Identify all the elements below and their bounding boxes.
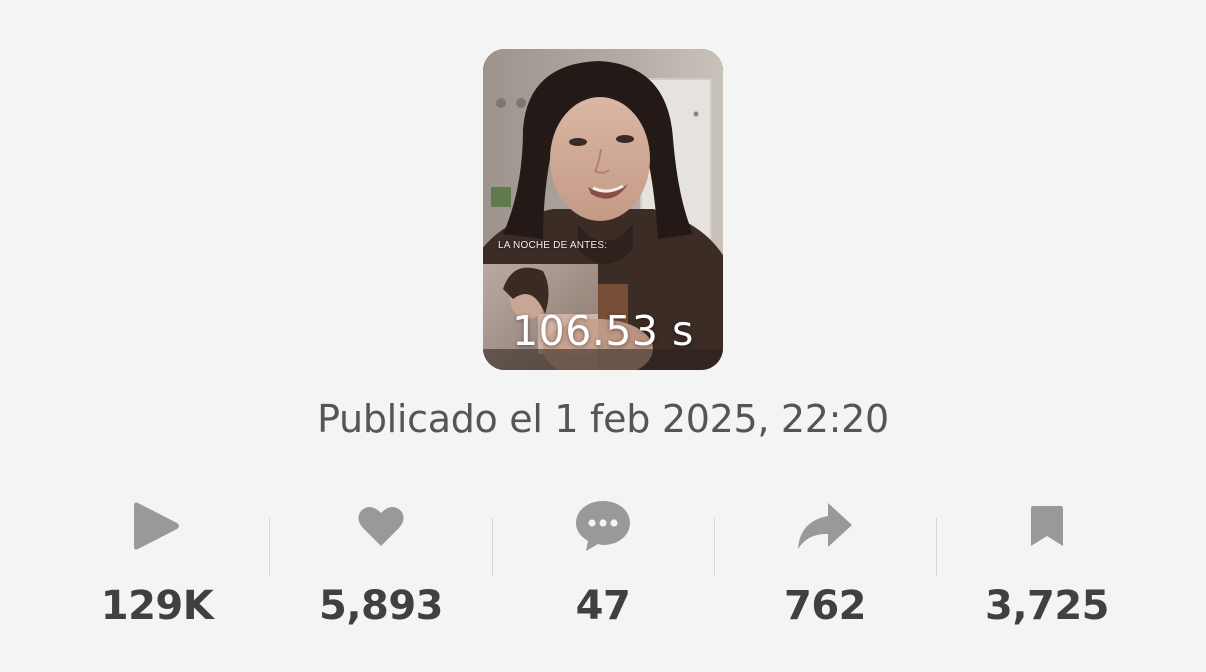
video-overlay-caption: LA NOCHE DE ANTES: xyxy=(498,240,608,251)
video-thumbnail[interactable]: LA NOCHE DE ANTES: 106.53 s xyxy=(483,49,723,370)
comment-icon xyxy=(492,496,714,556)
shares-count: 762 xyxy=(784,583,867,629)
stat-plays[interactable]: 129K xyxy=(46,488,268,638)
saves-count: 3,725 xyxy=(984,583,1110,629)
heart-icon xyxy=(270,496,492,556)
stat-comments[interactable]: 47 xyxy=(492,488,714,638)
video-duration: 106.53 s xyxy=(512,307,694,355)
bookmark-icon xyxy=(936,496,1158,556)
stat-likes[interactable]: 5,893 xyxy=(270,488,492,638)
stat-saves[interactable]: 3,725 xyxy=(936,488,1158,638)
comments-count: 47 xyxy=(575,583,631,629)
published-date: Publicado el 1 feb 2025, 22:20 xyxy=(317,397,889,441)
likes-count: 5,893 xyxy=(318,583,444,629)
stats-bar: 129K 5,893 47 762 3,725 xyxy=(46,488,1160,638)
plays-count: 129K xyxy=(100,583,214,629)
stat-shares[interactable]: 762 xyxy=(714,488,936,638)
play-icon xyxy=(46,496,268,556)
share-icon xyxy=(714,496,936,556)
